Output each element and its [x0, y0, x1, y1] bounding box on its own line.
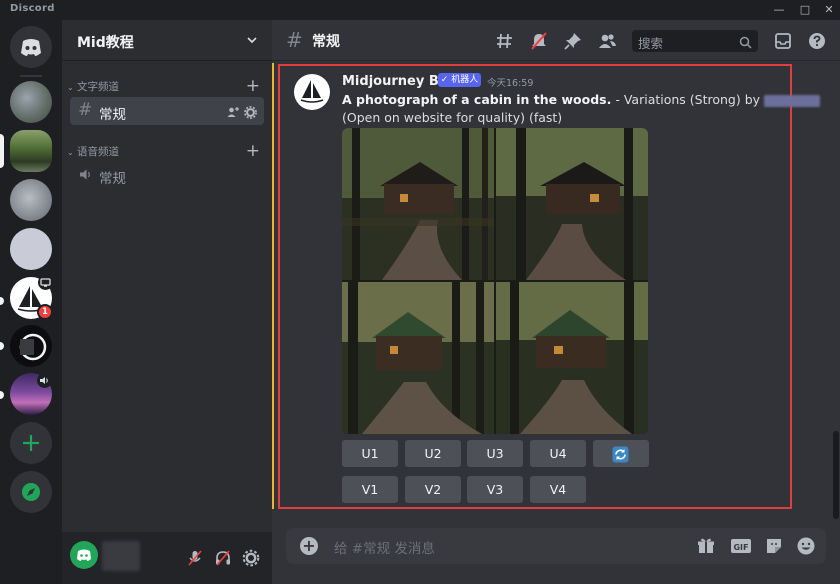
server-icon-blurred-2[interactable] — [10, 179, 52, 221]
create-channel-icon[interactable]: + — [246, 78, 260, 95]
prompt-text: A photograph of a cabin in the woods. — [342, 92, 612, 107]
gif-icon[interactable]: GIF — [730, 536, 752, 560]
server-rail: 1 — [0, 20, 62, 584]
scrollbar-thumb[interactable] — [833, 431, 839, 519]
hash-icon: # — [78, 100, 93, 120]
server-icon-forest[interactable] — [10, 130, 52, 172]
server-icon-blurred-1[interactable] — [10, 81, 52, 123]
window-titlebar: Discord — □ ✕ — [0, 0, 840, 20]
inbox-icon[interactable] — [772, 31, 794, 51]
hash-icon: # — [286, 28, 303, 52]
upscale-button-2[interactable]: U2 — [405, 440, 461, 467]
settings-gear-icon[interactable] — [244, 104, 257, 123]
message-composer[interactable]: + 给 #常规 发消息 GIF — [286, 528, 826, 564]
gift-icon[interactable] — [696, 536, 716, 560]
composer-placeholder: 给 #常规 发消息 — [334, 541, 435, 557]
message-midjourney-bot: Midjourney Bot ✓ 机器人 今天16:59 A photograp… — [278, 64, 821, 509]
member-list-icon[interactable] — [596, 31, 618, 51]
active-server-pill — [0, 134, 4, 168]
bot-badge: ✓ 机器人 — [438, 73, 481, 87]
svg-text:GIF: GIF — [733, 543, 748, 552]
server-header[interactable]: Mid教程 — [62, 20, 272, 61]
server-icon-dark[interactable] — [10, 325, 52, 367]
upscale-button-3[interactable]: U3 — [467, 440, 523, 467]
main-channel-view: # 常规 搜索 Midjourney Bot ✓ 机器人 今天16:59 A p… — [272, 20, 840, 584]
unread-pill — [0, 391, 4, 399]
server-icon-blurred-3[interactable] — [10, 228, 52, 270]
sticker-icon[interactable] — [764, 536, 784, 560]
unread-pill — [0, 297, 4, 305]
variation-button-4[interactable]: V4 — [530, 476, 586, 503]
mute-microphone-icon[interactable] — [186, 549, 204, 571]
channel-title: 常规 — [312, 34, 340, 50]
variation-button-2[interactable]: V2 — [405, 476, 461, 503]
reroll-button[interactable] — [593, 440, 649, 467]
category-voice-channels[interactable]: ⌄ 语音频道 — [67, 144, 119, 159]
explore-compass-icon[interactable] — [10, 471, 52, 513]
unread-pill — [0, 342, 4, 350]
app-title: Discord — [10, 3, 55, 14]
chevron-down-icon — [246, 31, 258, 50]
channel-sidebar: Mid教程 ⌄ 文字频道 + # 常规 ⌄ 语音频道 + 常规 — [62, 20, 272, 584]
username-redacted — [102, 541, 140, 571]
channel-header: # 常规 搜索 — [272, 20, 840, 61]
message-list: Midjourney Bot ✓ 机器人 今天16:59 A photograp… — [272, 61, 840, 519]
chevron-down-icon: ⌄ — [67, 148, 74, 157]
search-input[interactable]: 搜索 — [632, 30, 758, 52]
mention-redacted[interactable] — [764, 94, 821, 107]
user-settings-gear-icon[interactable] — [242, 549, 260, 571]
image-tile-4[interactable] — [496, 282, 648, 434]
image-tile-1[interactable] — [342, 128, 494, 280]
user-panel — [62, 532, 272, 584]
variation-label: - Variations (Strong) by — [615, 92, 761, 107]
search-icon — [739, 34, 752, 53]
attach-plus-icon[interactable]: + — [300, 537, 318, 555]
add-member-icon[interactable] — [226, 104, 240, 123]
message-subtext: (Open on website for quality) (fast) — [342, 110, 563, 125]
emoji-icon[interactable] — [796, 536, 816, 560]
message-content: A photograph of a cabin in the woods. - … — [342, 92, 821, 107]
speaker-icon — [78, 167, 93, 186]
maximize-icon[interactable]: □ — [792, 0, 818, 20]
mention-highlight-bar — [272, 63, 274, 509]
deafen-headphones-icon[interactable] — [214, 549, 232, 571]
add-server-icon[interactable] — [10, 422, 52, 464]
message-timestamp: 今天16:59 — [487, 78, 534, 89]
threads-icon[interactable] — [494, 31, 516, 51]
close-icon[interactable]: ✕ — [816, 0, 840, 20]
discord-home-icon[interactable] — [10, 26, 52, 68]
chevron-down-icon: ⌄ — [67, 83, 74, 92]
rail-divider — [20, 75, 42, 77]
create-channel-icon[interactable]: + — [246, 143, 260, 160]
notification-mute-icon[interactable] — [528, 31, 550, 51]
help-icon[interactable] — [806, 31, 828, 51]
pinned-messages-icon[interactable] — [562, 31, 584, 51]
speaker-icon — [37, 373, 52, 388]
image-tile-2[interactable] — [496, 128, 648, 280]
upscale-button-1[interactable]: U1 — [342, 440, 398, 467]
refresh-icon — [612, 445, 629, 472]
screen-share-icon — [38, 275, 53, 290]
channel-item-general[interactable]: # 常规 — [70, 97, 264, 125]
mention-badge: 1 — [37, 304, 53, 320]
voice-channel-general[interactable]: 常规 — [70, 161, 264, 189]
bot-avatar[interactable] — [294, 74, 330, 110]
image-grid[interactable] — [342, 128, 648, 434]
variation-button-3[interactable]: V3 — [467, 476, 523, 503]
minimize-icon[interactable]: — — [766, 0, 792, 20]
category-text-channels[interactable]: ⌄ 文字频道 — [67, 79, 119, 94]
server-name: Mid教程 — [77, 35, 134, 51]
image-tile-3[interactable] — [342, 282, 494, 434]
variation-button-1[interactable]: V1 — [342, 476, 398, 503]
upscale-button-4[interactable]: U4 — [530, 440, 586, 467]
avatar[interactable] — [70, 541, 98, 569]
